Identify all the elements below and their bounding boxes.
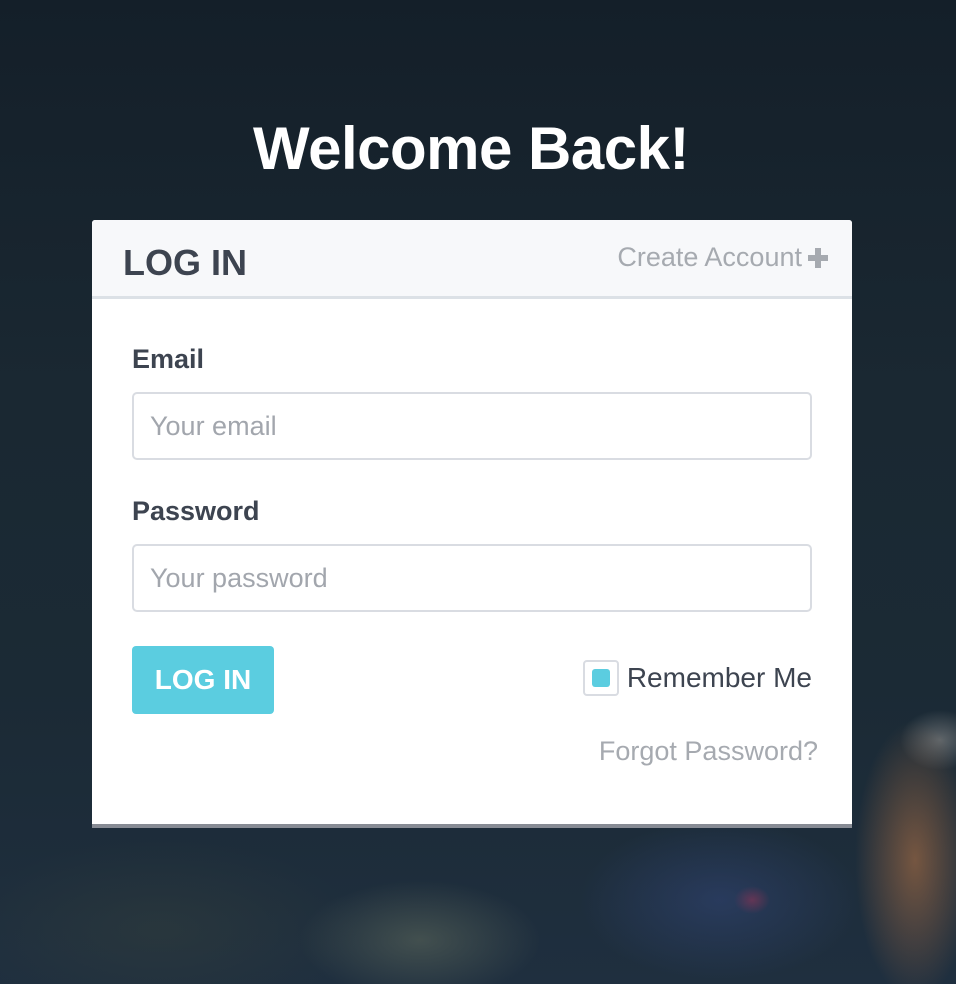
page-title: Welcome Back! — [253, 115, 689, 183]
card-heading: LOG IN — [123, 242, 247, 283]
create-account-link[interactable]: Create Account — [617, 242, 828, 273]
create-account-label: Create Account — [617, 242, 802, 272]
plus-icon — [808, 247, 828, 268]
forgot-password-link[interactable]: Forgot Password? — [599, 736, 818, 767]
checkbox-checked-indicator — [591, 669, 610, 687]
login-button[interactable]: LOG IN — [132, 646, 274, 714]
email-input[interactable] — [132, 392, 812, 460]
remember-me-toggle[interactable]: Remember Me — [582, 660, 812, 696]
password-label: Password — [132, 496, 260, 526]
login-card: LOG IN Create Account Email Password LOG… — [92, 220, 852, 828]
password-input[interactable] — [132, 544, 812, 612]
email-label: Email — [132, 344, 205, 374]
remember-me-checkbox[interactable] — [582, 660, 619, 696]
remember-me-label: Remember Me — [626, 662, 812, 693]
card-header: LOG IN Create Account — [92, 220, 852, 299]
